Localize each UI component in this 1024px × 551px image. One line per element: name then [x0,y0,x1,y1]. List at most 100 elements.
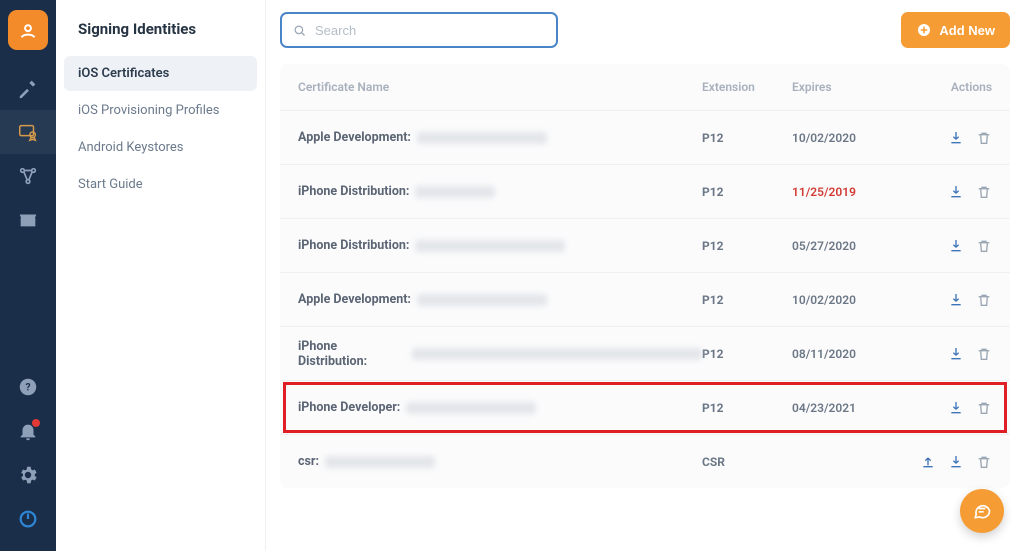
cell-expires: 10/02/2020 [792,131,902,145]
trash-icon [976,292,992,308]
download-button[interactable] [948,238,964,254]
rail-item-settings[interactable] [0,453,56,497]
table-row: csr:CSR [280,434,1010,488]
cell-extension: CSR [702,455,792,469]
rail-item-build[interactable] [0,66,56,110]
redacted-text [415,240,565,252]
add-new-button[interactable]: Add New [901,12,1010,48]
download-button[interactable] [948,292,964,308]
network-icon [17,165,39,187]
delete-button[interactable] [976,454,992,470]
redacted-text [412,348,702,360]
download-icon [948,346,964,362]
search-icon [292,23,307,38]
cell-extension: P12 [702,293,792,307]
page-title: Signing Identities [64,20,257,56]
download-button[interactable] [948,454,964,470]
power-icon [17,508,39,530]
download-icon [948,238,964,254]
col-actions: Actions [902,80,992,94]
redacted-text [417,132,547,144]
col-extension: Extension [702,80,792,94]
cell-certificate-name: iPhone Distribution: [298,184,702,199]
cell-extension: P12 [702,131,792,145]
download-icon [948,454,964,470]
cell-extension: P12 [702,347,792,361]
cell-extension: P12 [702,185,792,199]
notification-badge [32,419,40,427]
rail-item-notifications[interactable] [0,409,56,453]
trash-icon [976,238,992,254]
trash-icon [976,346,992,362]
chat-icon [972,501,992,521]
cell-actions [902,346,992,362]
delete-button[interactable] [976,238,992,254]
chat-fab[interactable] [960,489,1004,533]
rail-bottom: ? [0,365,56,551]
col-expires: Expires [792,80,902,94]
rail-item-power[interactable] [0,497,56,541]
redacted-text [325,456,435,468]
cell-extension: P12 [702,401,792,415]
rail-item-help[interactable]: ? [0,365,56,409]
sidebar-item-start-guide[interactable]: Start Guide [64,167,257,202]
trash-icon [976,400,992,416]
cell-expires: 05/27/2020 [792,239,902,253]
cell-actions [902,130,992,146]
toolbar: Add New [280,12,1010,48]
delete-button[interactable] [976,346,992,362]
app-logo [8,10,48,50]
download-icon [948,292,964,308]
search-input[interactable] [315,23,546,38]
gear-icon [17,464,39,486]
sidebar-item-ios-provisioning-profiles[interactable]: iOS Provisioning Profiles [64,93,257,128]
upload-button[interactable] [920,454,936,470]
upload-icon [920,454,936,470]
sidebar: Signing Identities iOS CertificatesiOS P… [56,0,266,551]
help-icon: ? [17,376,39,398]
delete-button[interactable] [976,400,992,416]
trash-icon [976,184,992,200]
rail-item-store[interactable] [0,198,56,242]
table-row: iPhone Distribution:P1205/27/2020 [280,218,1010,272]
cell-certificate-name: iPhone Developer: [298,400,702,415]
cell-expires: 08/11/2020 [792,347,902,361]
add-new-label: Add New [939,23,995,38]
cell-expires: 11/25/2019 [792,185,902,199]
delete-button[interactable] [976,130,992,146]
cell-certificate-name: csr: [298,454,702,469]
download-icon [948,184,964,200]
cell-actions [902,238,992,254]
download-button[interactable] [948,130,964,146]
cell-certificate-name: iPhone Distribution: [298,238,702,253]
main-content: Add New Certificate Name Extension Expir… [266,0,1024,551]
search-field[interactable] [280,12,558,48]
download-button[interactable] [948,184,964,200]
download-button[interactable] [948,346,964,362]
trash-icon [976,454,992,470]
download-icon [948,400,964,416]
redacted-text [417,294,547,306]
cell-certificate-name: iPhone Distribution: [298,339,702,369]
cell-actions [902,292,992,308]
table-row: iPhone Developer:P1204/23/2021 [280,380,1010,434]
redacted-text [406,402,536,414]
certificates-table: Certificate Name Extension Expires Actio… [280,64,1010,488]
cell-certificate-name: Apple Development: [298,130,702,145]
rail-item-signing[interactable] [0,110,56,154]
store-icon [17,209,39,231]
col-name: Certificate Name [298,80,702,94]
sidebar-item-ios-certificates[interactable]: iOS Certificates [64,56,257,91]
delete-button[interactable] [976,184,992,200]
cell-expires: 04/23/2021 [792,401,902,415]
delete-button[interactable] [976,292,992,308]
cell-expires: 10/02/2020 [792,293,902,307]
table-row: Apple Development:P1210/02/2020 [280,272,1010,326]
download-button[interactable] [948,400,964,416]
rail-item-distribute[interactable] [0,154,56,198]
table-row: iPhone Distribution:P1211/25/2019 [280,164,1010,218]
cell-actions [902,184,992,200]
sidebar-item-android-keystores[interactable]: Android Keystores [64,130,257,165]
table-row: Apple Development:P1210/02/2020 [280,110,1010,164]
plus-circle-icon [916,22,932,38]
